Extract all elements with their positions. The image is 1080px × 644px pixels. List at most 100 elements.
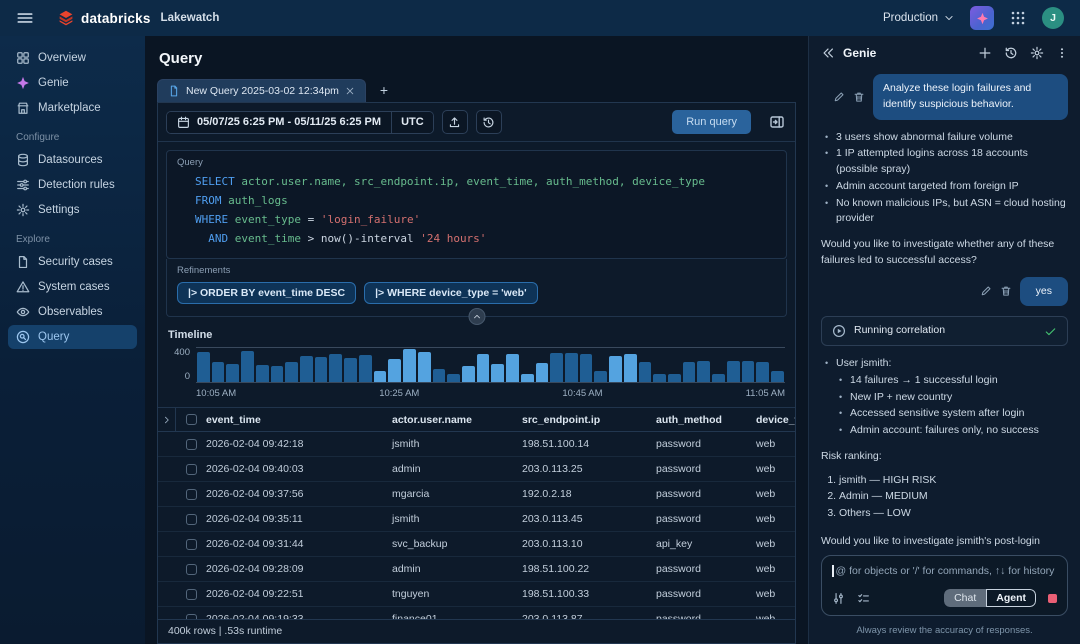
table-row[interactable]: 2026-02-04 09:40:03admin203.0.113.25pass…: [158, 457, 795, 482]
sliders-icon[interactable]: [832, 592, 845, 605]
delete-message-icon[interactable]: [853, 91, 865, 103]
mode-agent-button[interactable]: Agent: [986, 589, 1036, 607]
row-checkbox[interactable]: [186, 514, 197, 525]
environment-selector[interactable]: Production: [883, 12, 954, 24]
select-all-checkbox[interactable]: [186, 414, 197, 425]
running-correlation-card[interactable]: Running correlation: [821, 316, 1068, 346]
sidebar-item-system[interactable]: System cases: [8, 275, 137, 299]
table-row[interactable]: 2026-02-04 09:22:51tnguyen198.51.100.33p…: [158, 582, 795, 607]
row-checkbox[interactable]: [186, 589, 197, 600]
date-range-picker[interactable]: 05/07/25 6:25 PM - 05/11/25 6:25 PM: [167, 112, 391, 133]
close-tab-icon[interactable]: [345, 86, 355, 96]
genie-assistant-button[interactable]: [970, 6, 994, 30]
timeline-bar[interactable]: [565, 353, 578, 382]
hamburger-menu-icon[interactable]: [16, 9, 34, 27]
timeline-bar[interactable]: [285, 362, 298, 382]
timeline-bar[interactable]: [447, 374, 460, 382]
sidebar-item-settings[interactable]: Settings: [8, 198, 137, 222]
sidebar-item-observables[interactable]: Observables: [8, 300, 137, 324]
share-button[interactable]: [442, 110, 468, 134]
timeline-bar[interactable]: [271, 366, 284, 382]
timeline-bar[interactable]: [477, 354, 490, 382]
edit-message-icon[interactable]: [833, 91, 845, 103]
column-header[interactable]: src_endpoint.ip: [522, 414, 656, 426]
row-checkbox[interactable]: [186, 539, 197, 550]
timeline-bar[interactable]: [256, 365, 269, 382]
edit-message-icon[interactable]: [980, 285, 992, 297]
column-header[interactable]: event_time: [206, 414, 392, 426]
query-tab[interactable]: New Query 2025-03-02 12:34pm: [157, 79, 366, 102]
timeline-bar[interactable]: [329, 354, 342, 382]
sidebar-item-marketplace[interactable]: Marketplace: [8, 96, 137, 120]
apps-grid-icon[interactable]: [1010, 10, 1026, 26]
refinement-pill[interactable]: |> ORDER BY event_time DESC: [177, 282, 356, 304]
table-row[interactable]: 2026-02-04 09:37:56mgarcia192.0.2.18pass…: [158, 482, 795, 507]
stop-button[interactable]: [1048, 594, 1057, 603]
collapse-panel-icon[interactable]: [821, 46, 835, 60]
timeline-bar[interactable]: [550, 353, 563, 382]
timeline-bar[interactable]: [521, 374, 534, 382]
timeline-bar[interactable]: [315, 357, 328, 383]
timeline-bar[interactable]: [359, 355, 372, 382]
timeline-bar[interactable]: [727, 361, 740, 382]
timeline-bar[interactable]: [433, 369, 446, 382]
timeline-bar[interactable]: [712, 374, 725, 383]
timeline-bar[interactable]: [241, 351, 254, 382]
delete-message-icon[interactable]: [1000, 285, 1012, 297]
timeline-bar[interactable]: [388, 359, 401, 382]
timeline-bar[interactable]: [653, 374, 666, 382]
table-row[interactable]: 2026-02-04 09:42:18jsmith198.51.100.14pa…: [158, 432, 795, 457]
timeline-bar[interactable]: [197, 352, 210, 382]
sidebar-item-query[interactable]: Query: [8, 325, 137, 349]
table-row[interactable]: 2026-02-04 09:19:33finance01203.0.113.87…: [158, 607, 795, 619]
run-query-button[interactable]: Run query: [672, 110, 751, 134]
row-checkbox[interactable]: [186, 439, 197, 450]
timeline-bar[interactable]: [403, 349, 416, 382]
timeline-bar[interactable]: [418, 352, 431, 382]
new-tab-button[interactable]: +: [376, 82, 392, 102]
sidebar-item-datasources[interactable]: Datasources: [8, 148, 137, 172]
table-row[interactable]: 2026-02-04 09:31:44svc_backup203.0.113.1…: [158, 532, 795, 557]
timeline-bar[interactable]: [374, 371, 387, 382]
column-header[interactable]: device_type: [756, 414, 795, 426]
new-chat-icon[interactable]: [978, 46, 992, 60]
timeline-bar[interactable]: [668, 374, 681, 383]
sidebar-item-genie[interactable]: Genie: [8, 71, 137, 95]
sidebar-item-detection[interactable]: Detection rules: [8, 173, 137, 197]
timeline-bar[interactable]: [491, 364, 504, 382]
timeline-bar[interactable]: [771, 371, 784, 382]
sidebar-item-security[interactable]: Security cases: [8, 250, 137, 274]
genie-input-box[interactable]: @ for objects or '/' for commands, ↑↓ fo…: [821, 555, 1068, 616]
timeline-bar[interactable]: [462, 366, 475, 382]
timeline-bar[interactable]: [683, 362, 696, 382]
expand-row-icon[interactable]: [162, 415, 172, 425]
timeline-bar[interactable]: [609, 356, 622, 382]
column-header[interactable]: actor.user.name: [392, 414, 522, 426]
refinement-pill[interactable]: |> WHERE device_type = 'web': [364, 282, 538, 304]
expand-panel-icon[interactable]: [769, 114, 785, 130]
timeline-bar[interactable]: [580, 354, 593, 382]
checklist-icon[interactable]: [857, 592, 870, 605]
timezone-selector[interactable]: UTC: [391, 112, 433, 133]
row-checkbox[interactable]: [186, 489, 197, 500]
collapse-editor-button[interactable]: [468, 308, 485, 325]
mode-chat-button[interactable]: Chat: [944, 589, 986, 607]
row-checkbox[interactable]: [186, 464, 197, 475]
row-checkbox[interactable]: [186, 564, 197, 575]
timeline-bar[interactable]: [300, 356, 313, 382]
timeline-bar[interactable]: [594, 371, 607, 382]
genie-input-placeholder[interactable]: @ for objects or '/' for commands, ↑↓ fo…: [832, 565, 1057, 577]
timeline-bar[interactable]: [639, 362, 652, 382]
kebab-menu-icon[interactable]: [1056, 46, 1068, 60]
table-row[interactable]: 2026-02-04 09:35:11jsmith203.0.113.45pas…: [158, 507, 795, 532]
timeline-bar[interactable]: [624, 354, 637, 382]
databricks-logo[interactable]: databricks: [58, 10, 151, 26]
user-avatar[interactable]: J: [1042, 7, 1064, 29]
history-button[interactable]: [476, 110, 502, 134]
table-row[interactable]: 2026-02-04 09:28:09admin198.51.100.22pas…: [158, 557, 795, 582]
timeline-bar[interactable]: [756, 362, 769, 382]
timeline-bar[interactable]: [536, 363, 549, 382]
genie-settings-icon[interactable]: [1030, 46, 1044, 60]
column-header[interactable]: auth_method: [656, 414, 756, 426]
timeline-bar[interactable]: [212, 362, 225, 382]
